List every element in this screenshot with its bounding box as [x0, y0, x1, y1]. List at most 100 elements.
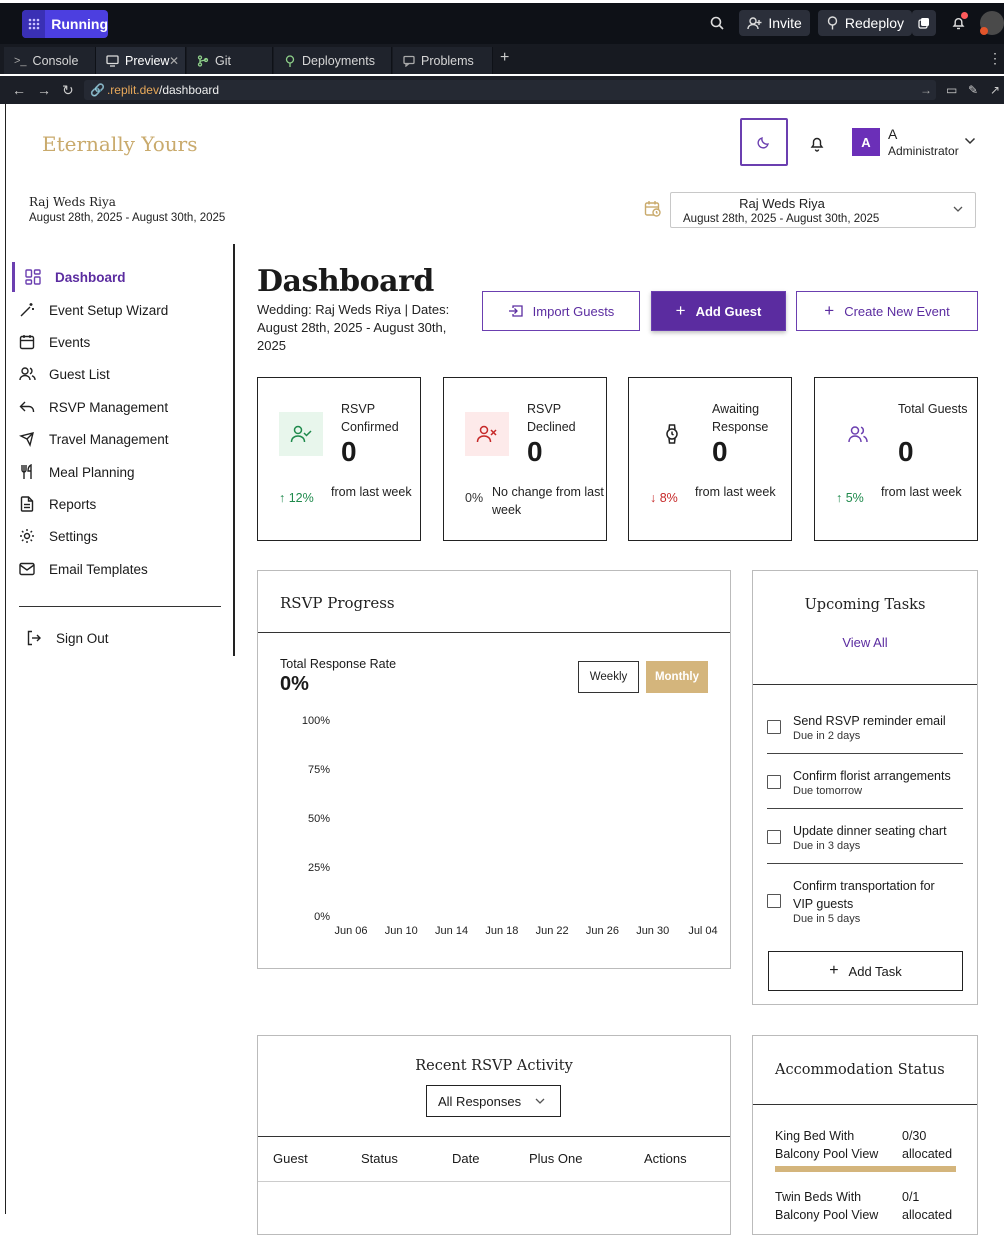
stat-label: Total Guests [898, 402, 968, 416]
chevron-down-icon[interactable] [964, 134, 976, 148]
go-arrow-icon[interactable]: → [920, 83, 932, 97]
search-icon[interactable] [703, 10, 731, 36]
create-event-label: Create New Event [844, 303, 950, 319]
redeploy-button[interactable]: Redeploy [817, 10, 912, 36]
stat-change-text: from last week [695, 485, 776, 499]
brand-logo[interactable]: Eternally Yours [42, 132, 198, 156]
deploy-icon [827, 16, 838, 30]
url-field[interactable]: 🔗 .replit.dev /dashboard → [84, 80, 936, 100]
task-due: Due tomorrow [793, 785, 863, 797]
sidebar-item-settings[interactable]: Settings [6, 521, 226, 551]
column-header-date[interactable]: Date [452, 1151, 479, 1166]
stat-label: Awaiting Response [712, 402, 769, 434]
column-header-status[interactable]: Status [361, 1151, 398, 1166]
event-select[interactable]: Raj Weds Riya August 28th, 2025 - August… [670, 192, 976, 228]
panel-divider [258, 1136, 730, 1137]
panel-divider [753, 1104, 977, 1105]
create-new-event-button[interactable]: + Create New Event [796, 291, 978, 331]
rsvp-progress-chart: 100% 75% 50% 25% 0% Jun 06 Jun 10 Jun 14 Jun 18 J… [302, 715, 718, 937]
stat-change-value: 12% [288, 491, 314, 505]
task-checkbox[interactable] [767, 894, 781, 908]
tab-problems[interactable]: Problems [393, 47, 493, 74]
task-checkbox[interactable] [767, 775, 781, 789]
sidebar: Dashboard Event Setup Wizard Events Gues… [6, 244, 235, 656]
response-filter-select[interactable]: All Responses [426, 1085, 561, 1117]
panel-title: RSVP Progress [280, 594, 395, 612]
url-bar: ← → ↻ 🔗 .replit.dev /dashboard → ▭ ✎ ↗ [0, 76, 1004, 104]
task-checkbox[interactable] [767, 720, 781, 734]
room-count: 0/30 allocated [902, 1129, 953, 1161]
sidebar-item-guest-list[interactable]: Guest List [6, 359, 226, 389]
stat-card-total-guests: Total Guests 0 ↑ 5% from last week [814, 377, 978, 541]
y-tick-label: 75% [308, 764, 330, 776]
sidebar-item-meal-planning[interactable]: Meal Planning [6, 457, 226, 487]
current-event-dates: August 28th, 2025 - August 30th, 2025 [29, 212, 226, 224]
response-rate-label: Total Response Rate [280, 657, 397, 671]
devtools-icon[interactable]: ▭ [946, 83, 957, 97]
theme-toggle-button[interactable] [740, 118, 788, 166]
x-tick-label: Jun 06 [334, 925, 367, 937]
import-guests-button[interactable]: Import Guests [482, 291, 640, 331]
room-progress-bar [775, 1166, 956, 1172]
recent-rsvp-panel: Recent RSVP Activity [257, 1035, 731, 1235]
avatar-icon[interactable] [980, 11, 1004, 35]
sidebar-item-events[interactable]: Events [6, 327, 226, 357]
deploy-icon [285, 54, 295, 67]
refresh-icon[interactable]: ↻ [62, 82, 74, 99]
import-guests-label: Import Guests [532, 303, 615, 319]
invite-button[interactable]: Invite [739, 10, 810, 36]
sidebar-item-rsvp-management[interactable]: RSVP Management [6, 392, 226, 422]
stat-change-text: from last week [881, 485, 962, 499]
avatar[interactable]: A [852, 128, 880, 156]
page-title: Dashboard [257, 264, 434, 299]
new-tab-button[interactable]: + [500, 49, 509, 67]
bell-icon[interactable] [806, 132, 828, 154]
task-checkbox[interactable] [767, 830, 781, 844]
pages-icon[interactable] [912, 10, 936, 36]
arrow-down-icon: ↓ [650, 491, 660, 505]
sidebar-item-dashboard[interactable]: Dashboard [6, 262, 226, 292]
tab-git[interactable]: Git [187, 47, 273, 74]
add-guest-button[interactable]: + Add Guest [651, 291, 786, 331]
run-label: Running [51, 16, 108, 32]
stat-card-rsvp-confirmed: RSVP Confirmed 0 ↑ 12% from last week [257, 377, 421, 541]
column-header-plus-one[interactable]: Plus One [529, 1151, 582, 1166]
column-header-guest[interactable]: Guest [273, 1151, 308, 1166]
sign-out-button[interactable]: Sign Out [6, 623, 226, 653]
add-task-button[interactable]: + Add Task [768, 951, 963, 991]
column-header-actions[interactable]: Actions [644, 1151, 687, 1166]
wrench-icon[interactable]: ✎ [968, 83, 978, 97]
x-tick-label: Jun 26 [586, 925, 619, 937]
forward-arrow-icon[interactable]: → [37, 82, 51, 98]
notification-dot [961, 12, 968, 19]
tab-deployments[interactable]: Deployments [274, 47, 392, 74]
tab-bar: >_ Console Preview ✕ Git Deployments Pro… [0, 44, 1004, 74]
table-header-divider [258, 1181, 730, 1182]
y-tick-label: 50% [308, 813, 330, 825]
notification-bell-icon[interactable] [944, 10, 972, 36]
close-icon[interactable]: ✕ [169, 54, 179, 68]
sidebar-item-reports[interactable]: Reports [6, 489, 226, 519]
sidebar-item-travel-management[interactable]: Travel Management [6, 424, 226, 454]
more-icon[interactable]: ⋮ [988, 50, 1002, 67]
back-arrow-icon[interactable]: ← [12, 82, 26, 98]
sidebar-divider [19, 606, 221, 607]
task-due: Due in 5 days [793, 913, 861, 925]
x-tick-label: Jun 18 [485, 925, 518, 937]
panel-divider [258, 632, 730, 633]
current-event-title: Raj Weds Riya [29, 195, 116, 209]
user-name[interactable]: A [888, 126, 897, 142]
tab-console[interactable]: >_ Console [4, 47, 96, 74]
run-button[interactable]: Running [22, 10, 108, 38]
panel-title: Accommodation Status [775, 1062, 945, 1078]
arrow-up-icon: ↑ [836, 491, 846, 505]
users-icon [17, 364, 37, 384]
x-tick-label: Jun 30 [636, 925, 669, 937]
weekly-toggle[interactable]: Weekly [578, 661, 639, 693]
external-link-icon[interactable]: ↗ [990, 83, 1000, 97]
view-all-link[interactable]: View All [753, 635, 977, 650]
monthly-toggle[interactable]: Monthly [646, 661, 708, 693]
sidebar-item-email-templates[interactable]: Email Templates [6, 554, 226, 584]
sidebar-item-event-setup-wizard[interactable]: Event Setup Wizard [6, 295, 226, 325]
tab-preview[interactable]: Preview ✕ [96, 47, 186, 74]
